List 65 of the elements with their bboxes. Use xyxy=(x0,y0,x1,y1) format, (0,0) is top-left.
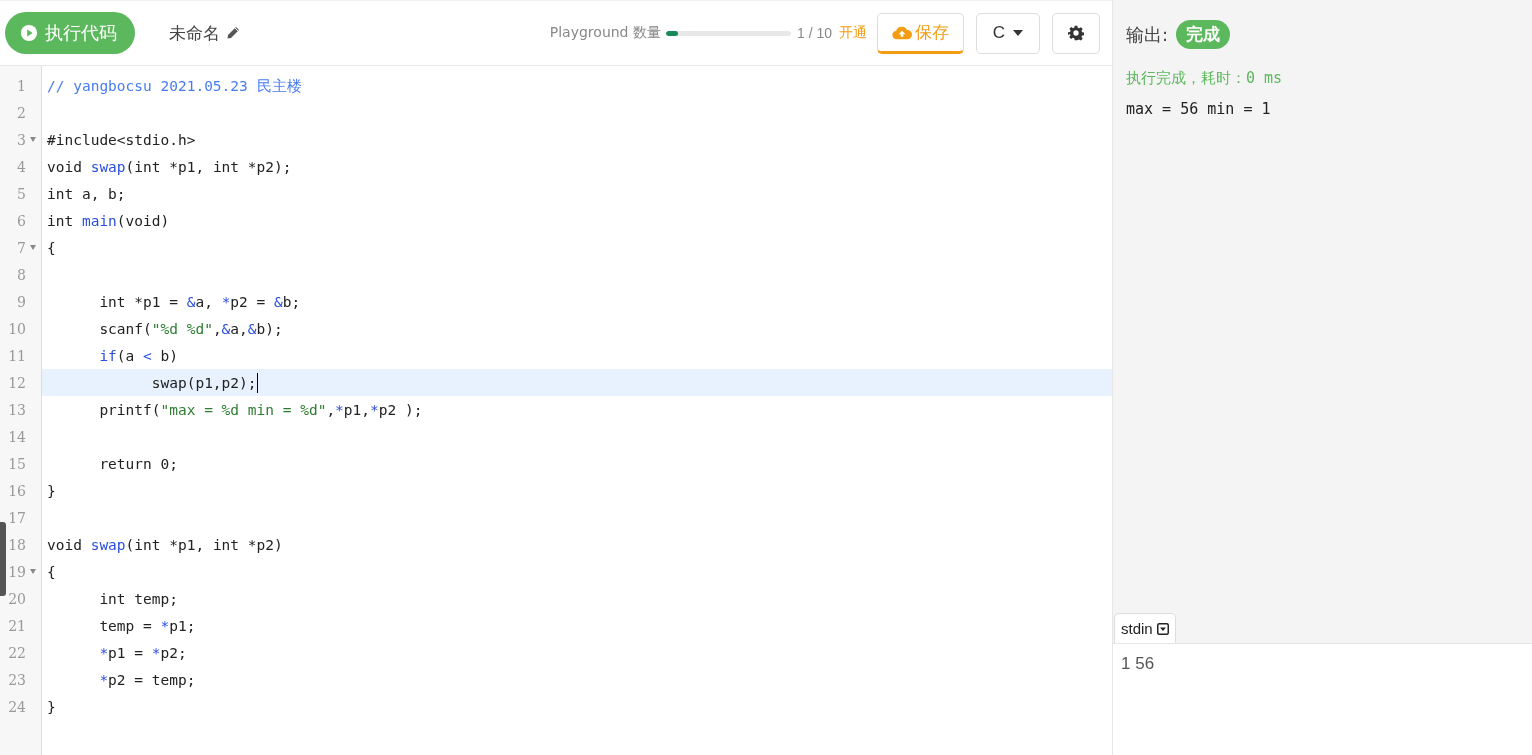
line-number: 21 xyxy=(7,617,26,634)
line-number: 2 xyxy=(16,104,26,121)
quota-label: Playground 数量 xyxy=(549,24,661,42)
code-line: swap(p1,p2); xyxy=(47,372,258,393)
line-number: 5 xyxy=(16,185,26,202)
line-number: 23 xyxy=(7,671,26,688)
code-line: *p2 = temp; xyxy=(98,670,196,690)
code-line: } xyxy=(47,481,56,501)
code-line: } xyxy=(47,697,56,717)
code-line: *p1 = *p2; xyxy=(98,643,187,663)
line-number: 4 xyxy=(16,158,26,175)
panel-handle[interactable] xyxy=(0,522,6,596)
quota-count: 1 / 10 xyxy=(796,25,832,41)
stdin-input[interactable]: 1 56 xyxy=(1113,643,1532,755)
line-number: 18 xyxy=(7,536,26,553)
code-line: if(a < b) xyxy=(98,346,178,366)
code-line: int *p1 = &a, *p2 = &b; xyxy=(98,292,301,312)
code-line: { xyxy=(47,238,56,258)
code-line: int a, b; xyxy=(47,184,126,204)
line-number: 13 xyxy=(7,401,26,418)
play-icon xyxy=(20,24,38,42)
status-badge: 完成 xyxy=(1176,20,1231,49)
code-line: return 0; xyxy=(98,454,178,474)
code-line: temp = *p1; xyxy=(98,616,196,636)
settings-icon xyxy=(1068,25,1084,41)
code-line: #include<stdio.h> xyxy=(47,130,196,150)
line-number: 9 xyxy=(16,293,26,310)
code-line: void swap(int *p1, int *p2); xyxy=(47,157,292,177)
stdin-tab[interactable]: stdin xyxy=(1114,613,1176,643)
line-number: 24 xyxy=(7,698,26,715)
language-select[interactable]: C xyxy=(976,12,1040,54)
line-number: 8 xyxy=(16,266,26,283)
code-line: printf("max = %d min = %d",*p1,*p2 ); xyxy=(98,400,423,420)
caret-icon xyxy=(1013,30,1024,36)
line-number: 11 xyxy=(7,347,26,364)
status-message: 执行完成，耗时：0 ms xyxy=(1125,68,1284,88)
code-line: // yangbocsu 2021.05.23 民主楼 xyxy=(47,76,302,96)
fold-arrow-icon[interactable] xyxy=(30,569,36,574)
code-line: scanf("%d %d",&a,&b); xyxy=(98,319,283,339)
line-number: 19 xyxy=(7,563,26,580)
line-number: 3 xyxy=(16,131,26,148)
code-line: void swap(int *p1, int *p2) xyxy=(47,535,283,555)
line-number: 17 xyxy=(7,509,26,526)
code-line: int main(void) xyxy=(47,211,170,231)
line-number: 12 xyxy=(7,374,26,391)
settings-button[interactable] xyxy=(1052,12,1100,54)
line-number: 20 xyxy=(7,590,26,607)
program-output: max = 56 min = 1 xyxy=(1125,99,1272,118)
code-line: int temp; xyxy=(98,589,178,609)
output-label: 输出: xyxy=(1126,22,1169,47)
line-number: 6 xyxy=(16,212,26,229)
line-number: 7 xyxy=(16,239,26,256)
file-name: 未命名 xyxy=(169,21,220,45)
dropdown-icon xyxy=(1156,622,1169,635)
fold-arrow-icon[interactable] xyxy=(30,137,36,142)
line-number: 1 xyxy=(16,77,26,94)
pencil-icon[interactable] xyxy=(225,25,241,41)
line-number: 16 xyxy=(7,482,26,499)
line-number: 22 xyxy=(7,644,26,661)
cloud-upload-icon xyxy=(892,24,912,40)
code-line: { xyxy=(47,562,56,582)
line-number: 10 xyxy=(7,320,26,337)
line-number: 15 xyxy=(7,455,26,472)
line-number: 14 xyxy=(7,428,26,445)
fold-arrow-icon[interactable] xyxy=(30,245,36,250)
